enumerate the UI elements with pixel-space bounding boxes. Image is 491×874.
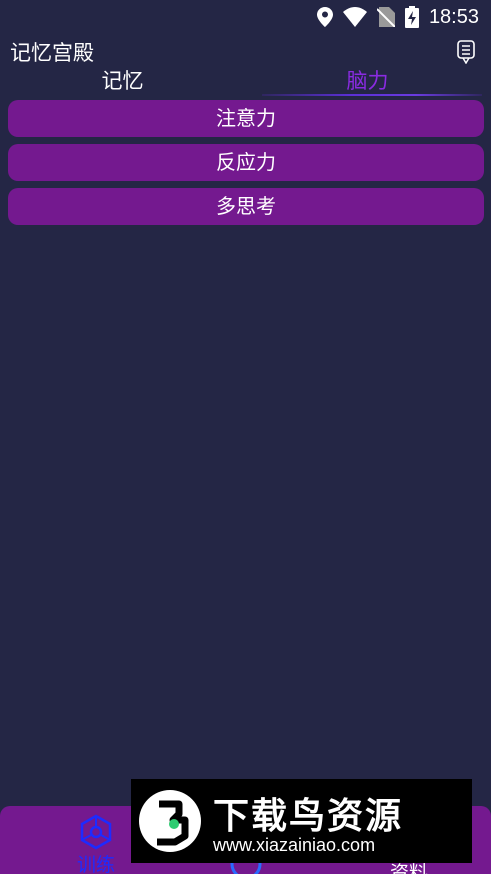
training-list: 注意力 反应力 多思考 (8, 100, 484, 232)
watermark-url: www.xiazainiao.com (213, 835, 376, 855)
thinking-button[interactable]: 多思考 (8, 188, 484, 225)
tab-memory[interactable]: 记忆 (0, 66, 245, 96)
watermark-brand: 下载鸟资源 (213, 796, 404, 837)
status-bar: 18:53 (0, 0, 491, 34)
attention-button[interactable]: 注意力 (8, 100, 484, 137)
battery-charging-icon (404, 6, 419, 28)
no-sim-icon (376, 7, 395, 27)
location-icon (316, 7, 333, 27)
menu-icon[interactable] (457, 40, 475, 68)
app-title: 记忆宫殿 (10, 41, 94, 65)
reaction-button[interactable]: 反应力 (8, 144, 484, 181)
wifi-icon (342, 7, 367, 27)
watermark-logo (139, 790, 201, 852)
watermark-overlay: 下载鸟资源 www.xiazainiao.com (131, 779, 472, 863)
tab-brain[interactable]: 脑力 (245, 66, 490, 96)
tab-bar: 记忆 脑力 (0, 66, 491, 98)
active-tab-indicator (262, 94, 482, 96)
clock: 18:53 (428, 5, 479, 28)
network-icon (78, 814, 114, 854)
